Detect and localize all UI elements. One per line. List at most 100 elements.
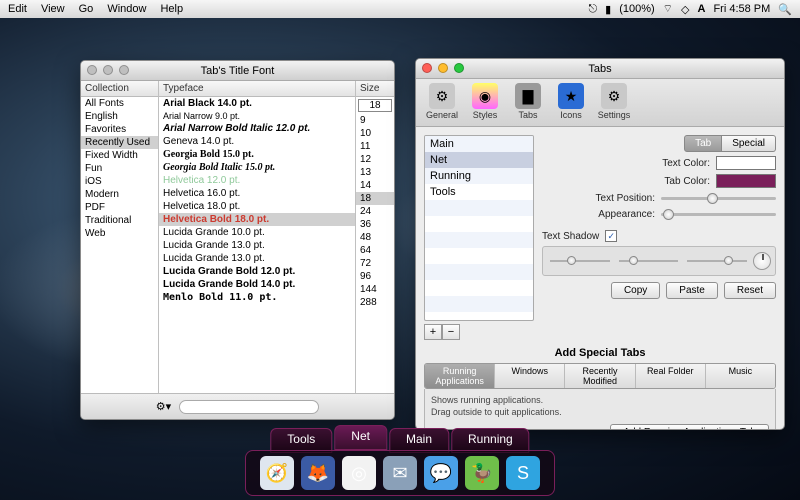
special-tab[interactable]: Windows (495, 364, 565, 388)
size-row[interactable]: 36 (356, 218, 394, 231)
collection-row[interactable]: iOS (81, 175, 158, 188)
special-tab[interactable]: Recently Modified (565, 364, 635, 388)
typeface-row[interactable]: Menlo Bold 11.0 pt. (159, 291, 355, 304)
appearance-slider[interactable] (661, 208, 776, 220)
tab-list-row[interactable]: Main (425, 136, 533, 152)
close-icon[interactable] (87, 65, 97, 75)
size-row[interactable]: 13 (356, 166, 394, 179)
add-running-apps-button[interactable]: Add Running Applications Tab (610, 424, 769, 430)
size-row[interactable]: 14 (356, 179, 394, 192)
tab-source-list[interactable]: MainNetRunningTools (424, 135, 534, 321)
menu-edit[interactable]: Edit (8, 3, 27, 15)
size-row[interactable]: 288 (356, 296, 394, 309)
typeface-row[interactable]: Helvetica Bold 18.0 pt. (159, 213, 355, 226)
collection-row[interactable]: English (81, 110, 158, 123)
menu-extra-icon[interactable]: ⎋ (588, 3, 597, 16)
typeface-row[interactable]: Arial Black 14.0 pt. (159, 97, 355, 110)
dock-tab-net[interactable]: Net (334, 425, 387, 450)
special-tab[interactable]: Real Folder (636, 364, 706, 388)
special-tab[interactable]: Running Applications (425, 364, 495, 388)
collection-row[interactable]: Web (81, 227, 158, 240)
typeface-row[interactable]: Arial Narrow 9.0 pt. (159, 110, 355, 122)
toolbar-styles[interactable]: ◉Styles (465, 83, 505, 120)
shadow-angle-dial[interactable] (753, 252, 771, 270)
collection-row[interactable]: Modern (81, 188, 158, 201)
collection-row[interactable]: Fun (81, 162, 158, 175)
dock-mail-icon[interactable]: ✉︎ (383, 456, 417, 490)
tab-list-row[interactable]: Tools (425, 184, 533, 200)
spotlight-icon[interactable]: 🔍 (778, 3, 792, 16)
tab-color-well[interactable] (716, 174, 776, 188)
remove-tab-button[interactable]: − (442, 324, 460, 340)
zoom-icon[interactable] (119, 65, 129, 75)
segment-tab[interactable]: Tab (684, 135, 722, 152)
typeface-row[interactable]: Geneva 14.0 pt. (159, 135, 355, 148)
size-row[interactable]: 18 (356, 192, 394, 205)
paste-button[interactable]: Paste (666, 282, 718, 299)
collection-row[interactable]: Traditional (81, 214, 158, 227)
font-panel-titlebar[interactable]: Tab's Title Font (81, 61, 394, 81)
dock-chrome-icon[interactable]: ◎ (342, 456, 376, 490)
size-row[interactable]: 48 (356, 231, 394, 244)
reset-button[interactable]: Reset (724, 282, 776, 299)
minimize-icon[interactable] (103, 65, 113, 75)
toolbar-settings[interactable]: ⚙Settings (594, 83, 634, 120)
toolbar-icons[interactable]: ★Icons (551, 83, 591, 120)
collection-row[interactable]: Fixed Width (81, 149, 158, 162)
search-input[interactable] (179, 400, 319, 414)
typeface-row[interactable]: Arial Narrow Bold Italic 12.0 pt. (159, 122, 355, 135)
airport-icon[interactable]: ⌔ (663, 2, 673, 16)
size-row[interactable]: 64 (356, 244, 394, 257)
size-row[interactable]: 11 (356, 140, 394, 153)
collection-row[interactable]: Favorites (81, 123, 158, 136)
action-menu-icon[interactable]: ⚙▾ (156, 400, 171, 413)
menu-go[interactable]: Go (79, 3, 94, 15)
menu-view[interactable]: View (41, 3, 65, 15)
collection-row[interactable]: Recently Used (81, 136, 158, 149)
size-row[interactable]: 72 (356, 257, 394, 270)
typeface-row[interactable]: Lucida Grande 13.0 pt. (159, 239, 355, 252)
dock-adium-icon[interactable]: 🦆 (465, 456, 499, 490)
dock-skype-icon[interactable]: S (506, 456, 540, 490)
typeface-row[interactable]: Helvetica 16.0 pt. (159, 187, 355, 200)
typeface-row[interactable]: Georgia Bold 15.0 pt. (159, 148, 355, 161)
toolbar-general[interactable]: ⚙General (422, 83, 462, 120)
special-tab[interactable]: Music (706, 364, 775, 388)
battery-icon[interactable]: ▮ (605, 3, 611, 16)
shadow-slider-2[interactable] (616, 254, 682, 268)
size-row[interactable]: 144 (356, 283, 394, 296)
tab-list-row[interactable]: Net (425, 152, 533, 168)
size-row[interactable]: 24 (356, 205, 394, 218)
typeface-row[interactable]: Helvetica 18.0 pt. (159, 200, 355, 213)
menu-window[interactable]: Window (107, 3, 146, 15)
shadow-slider-1[interactable] (547, 254, 613, 268)
typeface-row[interactable]: Georgia Bold Italic 15.0 pt. (159, 161, 355, 174)
close-icon[interactable] (422, 63, 432, 73)
shadow-slider-3[interactable] (684, 254, 750, 268)
size-input[interactable]: 18 (358, 99, 392, 112)
dock-safari-icon[interactable]: 🧭 (260, 456, 294, 490)
menu-help[interactable]: Help (160, 3, 183, 15)
tab-list-row[interactable]: Running (425, 168, 533, 184)
toolbar-tabs[interactable]: ▇Tabs (508, 83, 548, 120)
segment-special[interactable]: Special (722, 135, 776, 152)
typeface-row[interactable]: Lucida Grande Bold 12.0 pt. (159, 265, 355, 278)
copy-button[interactable]: Copy (611, 282, 660, 299)
text-color-well[interactable] (716, 156, 776, 170)
dock-ichat-icon[interactable]: 💬 (424, 456, 458, 490)
zoom-icon[interactable] (454, 63, 464, 73)
a-icon[interactable]: A (697, 3, 705, 15)
typeface-row[interactable]: Lucida Grande 10.0 pt. (159, 226, 355, 239)
collection-row[interactable]: All Fonts (81, 97, 158, 110)
size-row[interactable]: 12 (356, 153, 394, 166)
size-row[interactable]: 96 (356, 270, 394, 283)
typeface-row[interactable]: Lucida Grande Bold 14.0 pt. (159, 278, 355, 291)
minimize-icon[interactable] (438, 63, 448, 73)
typeface-row[interactable]: Lucida Grande 13.0 pt. (159, 252, 355, 265)
tabs-titlebar[interactable]: Tabs (416, 59, 784, 79)
text-position-slider[interactable] (661, 192, 776, 204)
typeface-row[interactable]: Helvetica 12.0 pt. (159, 174, 355, 187)
size-row[interactable]: 10 (356, 127, 394, 140)
text-shadow-checkbox[interactable]: ✓ (605, 230, 617, 242)
add-tab-button[interactable]: + (424, 324, 442, 340)
